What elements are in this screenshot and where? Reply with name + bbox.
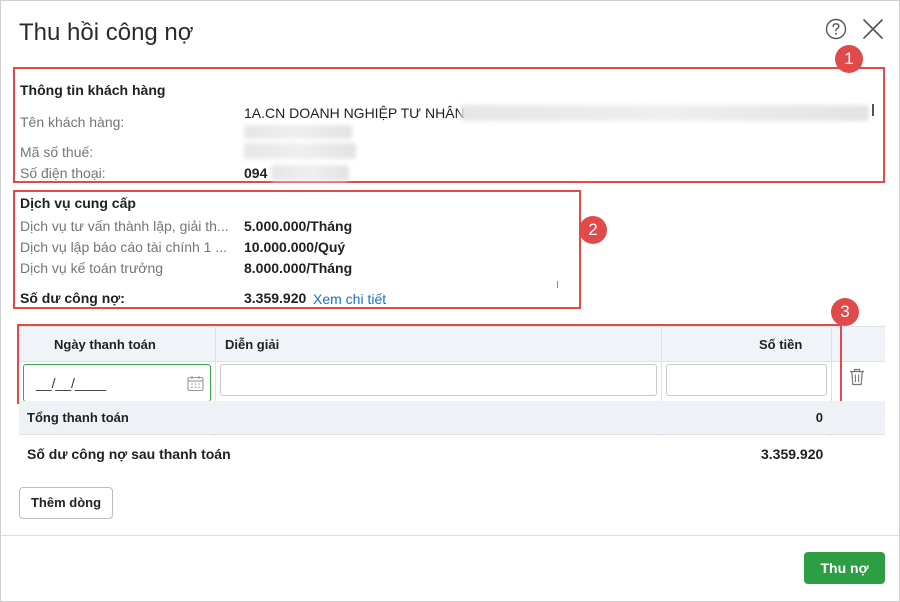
annotation-badge-2: 2 <box>579 216 607 244</box>
small-mark <box>557 281 558 288</box>
customer-name-label: Tên khách hàng: <box>20 114 125 130</box>
annotation-box-3 <box>17 324 842 404</box>
balance-after-label: Số dư công nợ sau thanh toán <box>27 446 231 462</box>
tax-code-label: Mã số thuế: <box>20 144 94 160</box>
balance-after-value: 3.359.920 <box>761 446 824 462</box>
customer-section-title: Thông tin khách hàng <box>20 82 166 98</box>
total-payment-value: 0 <box>815 410 823 425</box>
balance-label: Số dư công nợ: <box>20 290 125 306</box>
phone-value: 094 <box>244 165 268 181</box>
customer-name-value: 1A.CN DOANH NGHIỆP TƯ NHÂN <box>244 105 465 121</box>
redacted-tax-code <box>244 143 356 159</box>
footer-divider <box>1 535 899 536</box>
service-name-3: Dịch vụ kế toán trưởng <box>20 260 164 276</box>
annotation-badge-3: 3 <box>831 298 859 326</box>
service-price-2: 10.000.000/Quý <box>244 239 346 255</box>
service-name-2: Dịch vụ lập báo cáo tài chính 1 ... <box>20 239 228 255</box>
close-icon[interactable] <box>862 18 884 40</box>
service-price-3: 8.000.000/Tháng <box>244 260 353 276</box>
services-section-title: Dịch vụ cung cấp <box>20 195 136 211</box>
phone-label: Số điện thoại: <box>20 165 106 181</box>
balance-value: 3.359.920 <box>244 290 307 306</box>
collect-debt-button[interactable]: Thu nợ <box>804 552 885 584</box>
add-row-button[interactable]: Thêm dòng <box>19 487 113 519</box>
total-payment-label: Tổng thanh toán <box>27 410 129 425</box>
help-circle-icon[interactable] <box>825 18 847 40</box>
text-cursor-mark <box>872 104 874 116</box>
view-detail-link[interactable]: Xem chi tiết <box>313 291 386 307</box>
service-name-1: Dịch vụ tư vấn thành lập, giải th... <box>20 218 229 234</box>
debt-recovery-dialog: Thu hồi công nợ 1 Thông tin khách hàng T… <box>0 0 900 602</box>
annotation-badge-1: 1 <box>835 45 863 73</box>
redacted-phone <box>271 165 349 181</box>
redacted-name <box>461 105 869 121</box>
redacted-name-line2 <box>244 125 352 139</box>
dialog-title: Thu hồi công nợ <box>19 19 194 46</box>
service-price-1: 5.000.000/Tháng <box>244 218 353 234</box>
total-payment-row: Tổng thanh toán 0 <box>19 401 885 435</box>
trash-icon[interactable] <box>849 368 865 386</box>
